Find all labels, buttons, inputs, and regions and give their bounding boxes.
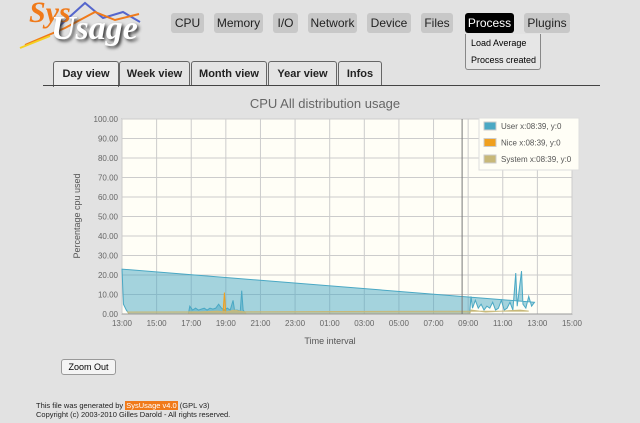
- x-tick-label: 03:00: [354, 319, 375, 328]
- x-tick-label: 23:00: [285, 319, 306, 328]
- sysusage-link[interactable]: SysUsage v4.0: [125, 401, 178, 410]
- y-tick-label: 50.00: [98, 213, 119, 222]
- footer-generated-text: This file was generated by: [36, 401, 124, 410]
- footer-license: (GPL v3): [179, 401, 210, 410]
- footer-copyright: Copyright (c) 2003-2010 Gilles Darold - …: [36, 410, 231, 419]
- x-tick-label: 15:00: [147, 319, 168, 328]
- y-tick-label: 80.00: [98, 154, 119, 163]
- legend-swatch-nice: [483, 138, 497, 147]
- legend-swatch-user: [483, 121, 497, 131]
- y-tick-label: 90.00: [98, 135, 119, 144]
- legend-label-user: User x:08:39, y:0: [501, 122, 562, 131]
- zoom-out-button[interactable]: Zoom Out: [61, 359, 116, 375]
- x-axis-label: Time interval: [304, 336, 355, 346]
- y-tick-label: 10.00: [98, 291, 119, 300]
- x-tick-label: 13:00: [112, 319, 133, 328]
- x-tick-label: 11:00: [493, 319, 513, 328]
- legend-label-nice: Nice x:08:39, y:0: [501, 139, 561, 148]
- y-tick-label: 30.00: [98, 252, 119, 261]
- y-tick-label: 20.00: [98, 271, 119, 280]
- legend-label-system: System x:08:39, y:0: [501, 155, 572, 164]
- y-tick-label: 40.00: [98, 232, 119, 241]
- x-tick-label: 09:00: [458, 319, 479, 328]
- y-tick-label: 60.00: [98, 193, 119, 202]
- x-tick-label: 13:00: [527, 319, 548, 328]
- x-tick-label: 07:00: [424, 319, 445, 328]
- footer: This file was generated by SysUsage v4.0…: [36, 401, 230, 419]
- x-tick-label: 01:00: [320, 319, 341, 328]
- y-tick-label: 100.00: [94, 115, 119, 124]
- y-axis-label: Percentage cpu used: [72, 173, 82, 258]
- legend: User x:08:39, y:0 Nice x:08:39, y:0 System…: [478, 117, 580, 171]
- y-tick-label: 70.00: [98, 174, 119, 183]
- legend-swatch-system: [483, 154, 497, 164]
- y-tick-label: 0.00: [102, 310, 118, 319]
- x-tick-label: 17:00: [181, 319, 202, 328]
- x-tick-label: 21:00: [250, 319, 271, 328]
- x-tick-label: 05:00: [389, 319, 410, 328]
- x-tick-label: 19:00: [216, 319, 237, 328]
- x-tick-label: 15:00: [562, 319, 583, 328]
